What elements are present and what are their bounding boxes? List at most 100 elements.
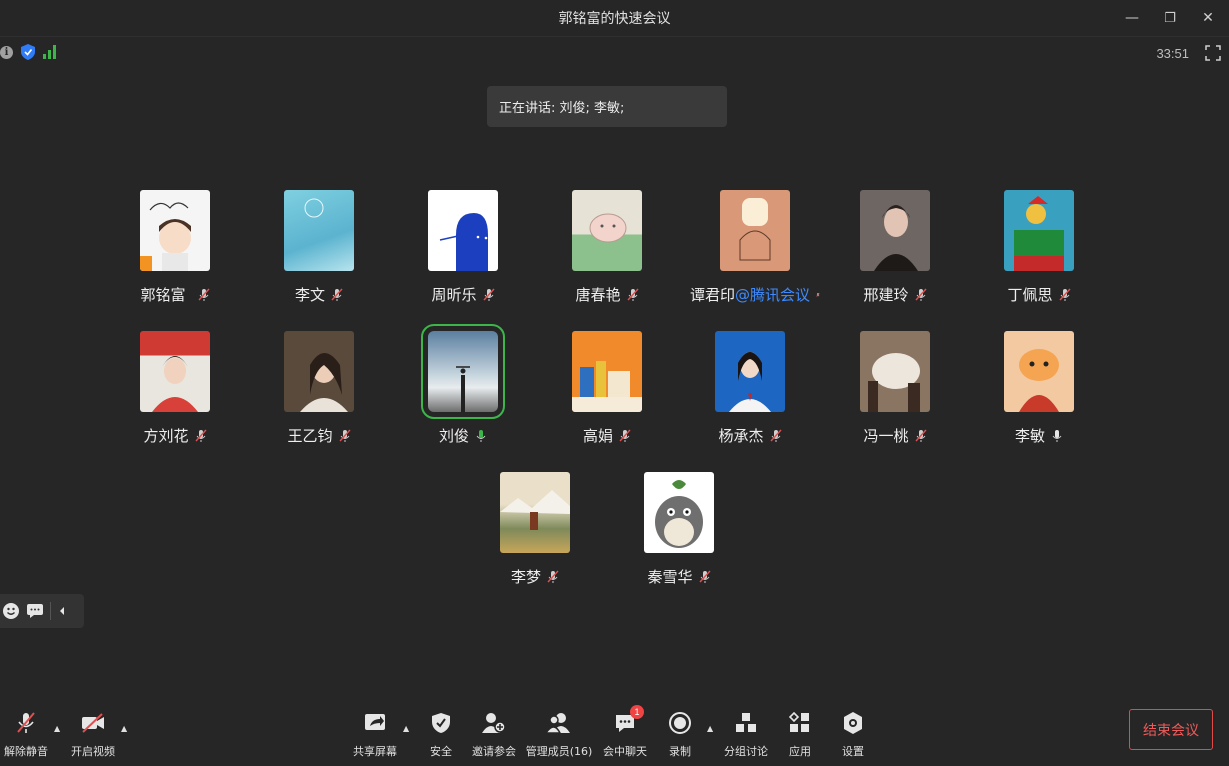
participant-name: 邢建玲 bbox=[863, 286, 909, 304]
participant-tile[interactable]: 李文 bbox=[259, 190, 379, 305]
participant-tile[interactable]: 杨承杰 bbox=[690, 331, 810, 446]
participant-tile[interactable]: 李梦 bbox=[475, 472, 595, 587]
end-meeting-button[interactable]: 结束会议 bbox=[1129, 709, 1213, 750]
mic-on-icon bbox=[1052, 429, 1062, 442]
manage-members-label: 管理成员(16) bbox=[525, 745, 593, 758]
close-button[interactable]: ✕ bbox=[1197, 8, 1219, 28]
avatar bbox=[720, 190, 790, 271]
participant-tile[interactable]: 唐春艳 bbox=[547, 190, 667, 305]
avatar bbox=[572, 190, 642, 271]
gear-icon bbox=[844, 712, 862, 734]
avatar bbox=[572, 331, 642, 412]
participant-tile[interactable]: 高娟 bbox=[547, 331, 667, 446]
status-bar: i bbox=[0, 44, 57, 60]
participant-name: 唐春艳 bbox=[575, 286, 621, 304]
mic-muted-icon bbox=[17, 712, 35, 733]
invite-label: 邀请参会 bbox=[472, 745, 516, 758]
participant-tile[interactable]: 方刘花 bbox=[115, 331, 235, 446]
record-options-caret[interactable]: ▲ bbox=[707, 724, 713, 733]
bottom-toolbar: 解除静音 ▲ 开启视频 ▲ 共享屏幕 ▲ 安全 邀请参会 管理成员(16) 1 … bbox=[0, 704, 1229, 766]
speaking-text: 正在讲话: 刘俊; 李敏; bbox=[499, 101, 625, 116]
participant-tile[interactable]: 李敏 bbox=[979, 331, 1099, 446]
maximize-button[interactable]: ❐ bbox=[1159, 8, 1181, 28]
avatar bbox=[284, 331, 354, 412]
breakout-label: 分组讨论 bbox=[724, 745, 768, 758]
mic-muted-icon bbox=[914, 288, 927, 301]
participant-name: 谭君印 bbox=[690, 286, 736, 304]
settings-button[interactable]: 设置 bbox=[821, 710, 885, 759]
info-icon[interactable]: i bbox=[0, 45, 13, 59]
participant-name: 李梦 bbox=[510, 568, 541, 586]
mic-muted-icon bbox=[197, 288, 210, 301]
participant-name: 方刘花 bbox=[143, 427, 189, 445]
participant-name: 丁佩思 bbox=[1007, 286, 1053, 304]
manage-members-button[interactable]: 管理成员(16) bbox=[525, 710, 593, 759]
unmute-label: 解除静音 bbox=[4, 745, 48, 758]
participant-name: 李文 bbox=[294, 286, 325, 304]
audio-options-caret[interactable]: ▲ bbox=[54, 724, 60, 733]
settings-label: 设置 bbox=[842, 745, 864, 758]
participant-name: 刘俊 bbox=[438, 427, 469, 445]
start-video-label: 开启视频 bbox=[71, 745, 115, 758]
record-icon bbox=[669, 712, 691, 734]
participant-tile[interactable]: 秦雪华 bbox=[619, 472, 739, 587]
avatar bbox=[140, 190, 210, 271]
reaction-icon[interactable] bbox=[2, 602, 20, 620]
avatar bbox=[1004, 190, 1074, 271]
participant-tile[interactable]: 冯一桃 bbox=[835, 331, 955, 446]
shield-icon[interactable] bbox=[21, 44, 35, 60]
participant-tile[interactable]: 王乙钧 bbox=[259, 331, 379, 446]
avatar bbox=[1004, 331, 1074, 412]
mic-muted-icon bbox=[547, 570, 559, 583]
collapse-arrow-icon[interactable] bbox=[57, 605, 67, 617]
mic-muted-icon bbox=[698, 570, 711, 583]
avatar bbox=[860, 331, 930, 412]
avatar bbox=[284, 190, 354, 271]
participant-tile[interactable]: 谭君印 @腾讯会议 bbox=[690, 190, 820, 305]
avatar bbox=[500, 472, 570, 553]
mic-muted-icon bbox=[331, 288, 343, 301]
avatar bbox=[428, 190, 498, 271]
share-screen-button[interactable]: 共享屏幕 bbox=[343, 710, 407, 759]
members-icon bbox=[546, 713, 570, 734]
record-button[interactable]: 录制 bbox=[648, 710, 712, 759]
breakout-icon bbox=[736, 713, 756, 732]
meeting-title: 郭铭富的快速会议 bbox=[558, 11, 671, 27]
participant-name: 李敏 bbox=[1014, 427, 1045, 445]
meeting-timer: 33:51 bbox=[1156, 46, 1189, 61]
participant-tile[interactable]: 邢建玲 bbox=[835, 190, 955, 305]
side-tools bbox=[0, 594, 84, 628]
participant-tile[interactable]: 郭铭富 bbox=[115, 190, 235, 305]
participant-name: 高娟 bbox=[582, 427, 613, 445]
title-bar: 郭铭富的快速会议 — ❐ ✕ bbox=[0, 0, 1229, 37]
participant-tile-active[interactable]: 刘俊 bbox=[403, 324, 523, 446]
mic-muted-icon bbox=[816, 292, 820, 297]
share-screen-icon bbox=[365, 714, 385, 730]
avatar bbox=[421, 324, 505, 419]
video-options-caret[interactable]: ▲ bbox=[121, 724, 127, 733]
mic-muted-icon bbox=[338, 429, 351, 442]
avatar bbox=[644, 472, 714, 553]
add-user-icon bbox=[482, 713, 506, 733]
security-label: 安全 bbox=[430, 745, 452, 758]
participant-suffix: @腾讯会议 bbox=[735, 286, 811, 304]
mic-speaking-icon bbox=[476, 429, 486, 442]
participant-name: 郭铭富 bbox=[140, 286, 186, 304]
divider bbox=[50, 602, 51, 620]
share-screen-label: 共享屏幕 bbox=[353, 745, 397, 758]
chat-badge: 1 bbox=[630, 705, 644, 719]
avatar bbox=[860, 190, 930, 271]
participant-name: 秦雪华 bbox=[647, 568, 693, 586]
unmute-button[interactable]: 解除静音 bbox=[0, 710, 58, 759]
fullscreen-icon[interactable] bbox=[1205, 45, 1221, 61]
participant-name: 杨承杰 bbox=[718, 427, 764, 445]
minimize-button[interactable]: — bbox=[1121, 8, 1143, 28]
signal-icon[interactable] bbox=[43, 45, 57, 59]
start-video-button[interactable]: 开启视频 bbox=[61, 710, 125, 759]
danmaku-icon[interactable] bbox=[26, 603, 44, 619]
invite-button[interactable]: 邀请参会 bbox=[462, 710, 526, 759]
apps-label: 应用 bbox=[789, 745, 811, 758]
participant-tile[interactable]: 丁佩思 bbox=[979, 190, 1099, 305]
participant-tile[interactable]: 周昕乐 bbox=[403, 190, 523, 305]
avatar bbox=[140, 331, 210, 412]
